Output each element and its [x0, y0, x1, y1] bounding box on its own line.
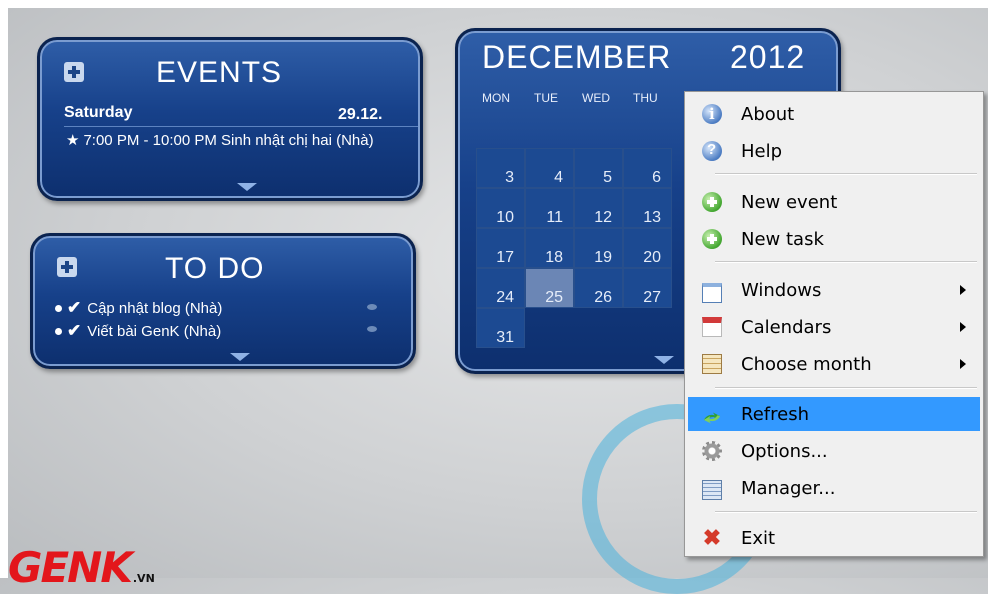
- genk-logo: GENK .VN: [8, 543, 155, 592]
- menu-item-options[interactable]: Options...: [688, 434, 980, 468]
- weekday-label: WED: [582, 91, 610, 105]
- menu-item-help[interactable]: Help: [688, 134, 980, 168]
- day-cell[interactable]: 17: [476, 228, 525, 268]
- add-event-icon: [702, 192, 722, 212]
- pin-icon[interactable]: [367, 326, 377, 332]
- menu-item-label: Help: [741, 141, 783, 162]
- logo-suffix: .VN: [132, 572, 155, 585]
- events-title: EVENTS: [156, 56, 283, 89]
- menu-item-label: Options...: [741, 441, 828, 462]
- calendar-year[interactable]: 2012: [730, 39, 805, 76]
- checkmark-icon[interactable]: ✔: [67, 321, 81, 341]
- day-cell[interactable]: 19: [574, 228, 623, 268]
- day-cell[interactable]: 12: [574, 188, 623, 228]
- bullet-icon: [55, 304, 62, 312]
- calendar-month[interactable]: DECEMBER: [482, 39, 671, 76]
- day-cell[interactable]: 3: [476, 148, 525, 188]
- menu-item-label: Refresh: [741, 404, 809, 425]
- day-cell[interactable]: 4: [525, 148, 574, 188]
- add-event-icon[interactable]: [64, 62, 84, 82]
- todo-title: TO DO: [165, 252, 265, 285]
- submenu-arrow-icon: [960, 285, 966, 295]
- todo-widget: TO DO ✔ Cập nhật blog (Nhà) ✔ Viết bài G…: [30, 233, 416, 369]
- submenu-arrow-icon: [960, 322, 966, 332]
- weekday-label: THU: [633, 91, 658, 105]
- logo-text: GENK: [8, 543, 133, 592]
- todo-item-label: Viết bài GenK (Nhà): [87, 322, 222, 340]
- weekday-label: TUE: [534, 91, 558, 105]
- divider: [64, 126, 418, 127]
- expand-down-icon[interactable]: [237, 183, 257, 191]
- refresh-icon: [703, 412, 721, 424]
- add-task-icon: [702, 229, 722, 249]
- menu-item-calendars[interactable]: Calendars: [688, 310, 980, 344]
- menu-item-label: New task: [741, 229, 824, 250]
- info-icon: [702, 104, 722, 124]
- bullet-icon: [55, 327, 62, 335]
- context-menu: About Help New event New task Windows Ca…: [684, 91, 984, 557]
- expand-down-icon[interactable]: [654, 356, 674, 364]
- calendar-icon: [702, 317, 722, 337]
- menu-item-label: New event: [741, 192, 838, 213]
- help-icon: [702, 141, 722, 161]
- pin-icon[interactable]: [367, 304, 377, 310]
- menu-separator: [715, 173, 977, 175]
- menu-item-new-event[interactable]: New event: [688, 185, 980, 219]
- menu-item-exit[interactable]: ✖ Exit: [688, 521, 980, 555]
- month-grid-icon: [702, 354, 722, 374]
- manager-icon: [702, 480, 722, 500]
- menu-item-label: Calendars: [741, 317, 832, 338]
- star-icon: ★: [66, 132, 80, 149]
- checkmark-icon[interactable]: ✔: [67, 298, 81, 318]
- menu-item-label: Choose month: [741, 354, 872, 375]
- event-entry[interactable]: ★ 7:00 PM - 10:00 PM Sinh nhật chị hai (N…: [66, 130, 396, 151]
- todo-item[interactable]: ✔ Cập nhật blog (Nhà): [55, 298, 222, 318]
- menu-item-new-task[interactable]: New task: [688, 222, 980, 256]
- menu-item-about[interactable]: About: [688, 97, 980, 131]
- menu-item-label: Manager...: [741, 478, 836, 499]
- day-cell[interactable]: 31: [476, 308, 525, 348]
- exit-icon: ✖: [702, 525, 722, 550]
- event-date: 29.12.: [338, 106, 383, 123]
- todo-item-label: Cập nhật blog (Nhà): [87, 299, 223, 317]
- frame-edge-top: [0, 0, 988, 8]
- events-widget: EVENTS Saturday 29.12. ★ 7:00 PM - 10:00 …: [37, 37, 423, 201]
- day-cell[interactable]: 27: [623, 268, 672, 308]
- menu-item-choose-month[interactable]: Choose month: [688, 347, 980, 381]
- menu-separator: [715, 261, 977, 263]
- day-cell-today[interactable]: 25: [525, 268, 574, 308]
- menu-separator: [715, 387, 977, 389]
- add-task-icon[interactable]: [57, 257, 77, 277]
- menu-separator: [715, 511, 977, 513]
- gear-icon: [702, 441, 722, 461]
- day-cell[interactable]: 18: [525, 228, 574, 268]
- day-cell[interactable]: 10: [476, 188, 525, 228]
- window-icon: [702, 283, 722, 303]
- menu-item-windows[interactable]: Windows: [688, 273, 980, 307]
- todo-item[interactable]: ✔ Viết bài GenK (Nhà): [55, 321, 221, 341]
- day-cell[interactable]: 13: [623, 188, 672, 228]
- menu-item-manager[interactable]: Manager...: [688, 471, 980, 505]
- day-cell[interactable]: 6: [623, 148, 672, 188]
- menu-item-label: About: [741, 104, 795, 125]
- day-cell[interactable]: 26: [574, 268, 623, 308]
- day-cell[interactable]: 20: [623, 228, 672, 268]
- expand-down-icon[interactable]: [230, 353, 250, 361]
- menu-item-label: Windows: [741, 280, 822, 301]
- event-day: Saturday: [64, 104, 133, 121]
- submenu-arrow-icon: [960, 359, 966, 369]
- menu-item-label: Exit: [741, 528, 776, 549]
- event-entry-text: 7:00 PM - 10:00 PM Sinh nhật chị hai (Nh…: [83, 132, 374, 149]
- weekday-label: MON: [482, 91, 510, 105]
- frame-edge-left: [0, 0, 8, 578]
- menu-item-refresh[interactable]: Refresh: [688, 397, 980, 431]
- day-cell[interactable]: 5: [574, 148, 623, 188]
- day-cell[interactable]: 11: [525, 188, 574, 228]
- day-cell[interactable]: 24: [476, 268, 525, 308]
